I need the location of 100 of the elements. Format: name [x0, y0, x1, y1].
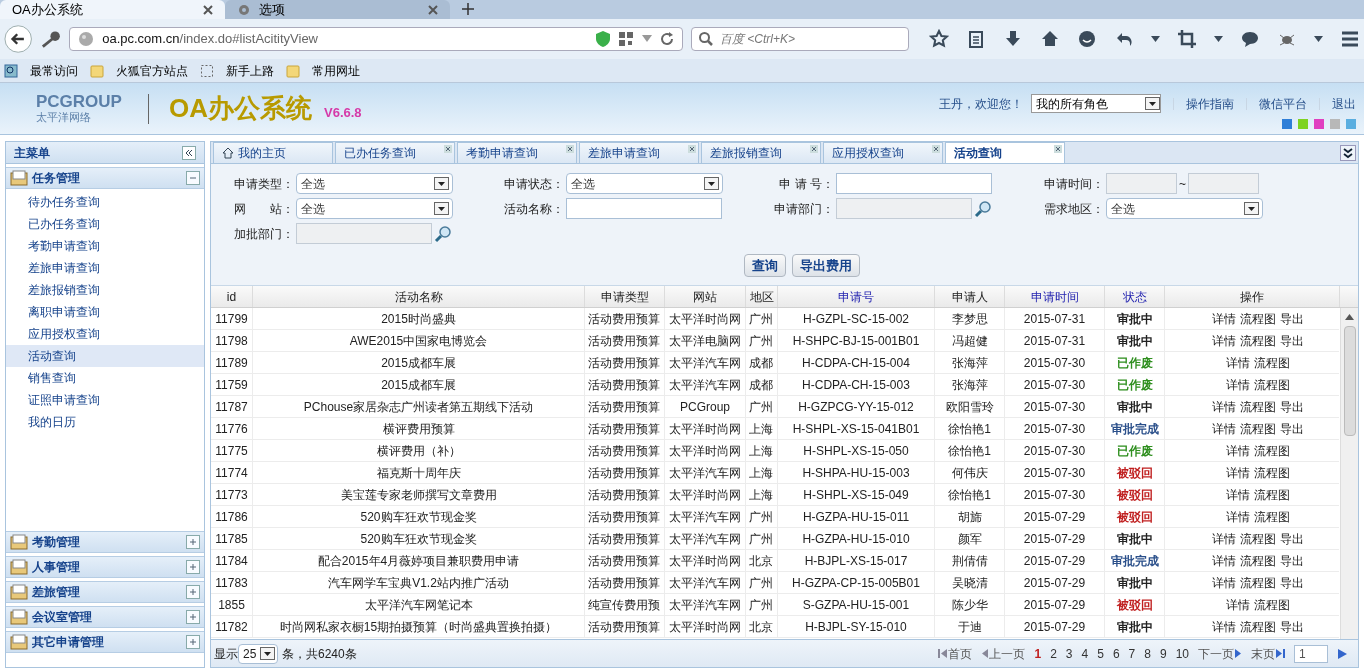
clipboard-icon[interactable]: [966, 29, 986, 49]
column-header[interactable]: 状态: [1105, 286, 1165, 307]
pager-link[interactable]: 末页: [1251, 644, 1285, 663]
action-link[interactable]: 导出: [1279, 529, 1304, 548]
theme-swatch[interactable]: [1346, 119, 1356, 129]
close-icon[interactable]: [932, 145, 940, 153]
page-link[interactable]: 5: [1097, 644, 1104, 663]
caret-icon[interactable]: [1151, 36, 1160, 42]
column-header[interactable]: 申请时间: [1005, 286, 1105, 307]
close-icon[interactable]: [203, 4, 213, 15]
input-field[interactable]: [566, 198, 722, 219]
column-header[interactable]: 申请号: [778, 286, 935, 307]
theme-swatch[interactable]: [1330, 119, 1340, 129]
menu-item[interactable]: 离职申请查询: [6, 301, 204, 323]
caret-icon[interactable]: [1214, 36, 1223, 42]
page-link[interactable]: 2: [1050, 644, 1057, 663]
select-field[interactable]: 全选: [296, 173, 453, 194]
input-field[interactable]: [836, 198, 972, 219]
select-field[interactable]: 全选: [566, 173, 723, 194]
browser-tab[interactable]: OA办公系统: [0, 0, 225, 19]
action-button[interactable]: 查询: [743, 254, 786, 277]
page-link[interactable]: 7: [1128, 644, 1136, 663]
menu-item[interactable]: 应用授权查询: [6, 323, 204, 345]
tab[interactable]: 应用授权查询: [823, 142, 943, 163]
star-icon[interactable]: [929, 29, 949, 49]
new-tab-icon[interactable]: [462, 3, 474, 15]
header-link[interactable]: 操作指南: [1186, 94, 1234, 113]
action-link[interactable]: 详情: [1225, 375, 1250, 394]
url-field[interactable]: oa.pc.com.cn/index.do#listAcitityView: [69, 27, 683, 51]
action-link[interactable]: 流程图: [1253, 441, 1290, 460]
action-link[interactable]: 详情: [1225, 463, 1250, 482]
action-link[interactable]: 详情: [1225, 485, 1250, 504]
action-link[interactable]: 流程图: [1253, 595, 1290, 614]
action-link[interactable]: 流程图: [1239, 573, 1276, 592]
role-select[interactable]: 我的所有角色: [1031, 94, 1161, 113]
action-link[interactable]: 流程图: [1239, 617, 1276, 636]
action-link[interactable]: 流程图: [1253, 375, 1290, 394]
action-link[interactable]: 详情: [1225, 353, 1250, 372]
back-button-icon[interactable]: [4, 24, 33, 54]
go-icon[interactable]: [1337, 647, 1349, 660]
tab[interactable]: 差旅报销查询: [701, 142, 821, 163]
action-link[interactable]: 详情: [1211, 331, 1236, 350]
menu-item[interactable]: 已办任务查询: [6, 213, 204, 235]
theme-swatch[interactable]: [1314, 119, 1324, 129]
select-field[interactable]: 全选: [296, 198, 453, 219]
tab[interactable]: 活动查询: [945, 142, 1065, 163]
action-link[interactable]: 导出: [1279, 617, 1304, 636]
menu-icon[interactable]: [1340, 29, 1360, 49]
action-button[interactable]: 导出费用: [791, 254, 860, 277]
header-link[interactable]: 微信平台: [1259, 94, 1307, 113]
action-link[interactable]: 导出: [1279, 573, 1304, 592]
action-link[interactable]: 流程图: [1253, 485, 1290, 504]
menu-group[interactable]: 任务管理: [6, 167, 204, 189]
action-link[interactable]: 流程图: [1239, 551, 1276, 570]
bookmark[interactable]: 新手上路: [226, 61, 274, 80]
action-link[interactable]: 详情: [1211, 617, 1236, 636]
close-icon[interactable]: [810, 145, 818, 153]
search-field[interactable]: 百度 <Ctrl+K>: [691, 27, 909, 51]
close-icon[interactable]: [566, 145, 574, 153]
bookmark[interactable]: 常用网址: [312, 61, 360, 80]
home-icon[interactable]: [1040, 29, 1060, 49]
action-link[interactable]: 详情: [1225, 441, 1250, 460]
action-link[interactable]: 详情: [1211, 397, 1236, 416]
menu-item[interactable]: 证照申请查询: [6, 389, 204, 411]
page-link[interactable]: 4: [1081, 644, 1089, 663]
action-link[interactable]: 导出: [1279, 551, 1304, 570]
menu-group[interactable]: 人事管理: [6, 556, 204, 578]
menu-item[interactable]: 我的日历: [6, 411, 204, 433]
pager-link[interactable]: 上一页: [981, 644, 1026, 663]
reload-icon[interactable]: [660, 32, 674, 46]
close-icon[interactable]: [428, 4, 438, 15]
menu-item[interactable]: 销售查询: [6, 367, 204, 389]
action-link[interactable]: 详情: [1211, 551, 1236, 570]
input-field[interactable]: [836, 173, 992, 194]
page-link[interactable]: 1: [1034, 644, 1042, 663]
menu-item[interactable]: 差旅申请查询: [6, 257, 204, 279]
caret-icon[interactable]: [1314, 36, 1323, 42]
action-link[interactable]: 详情: [1225, 595, 1250, 614]
theme-swatch[interactable]: [1298, 119, 1308, 129]
bookmark[interactable]: 火狐官方站点: [116, 61, 188, 80]
theme-swatch[interactable]: [1282, 119, 1292, 129]
select-field[interactable]: 全选: [1106, 198, 1263, 219]
header-link[interactable]: 退出: [1332, 94, 1356, 113]
pager-link[interactable]: 首页: [938, 644, 973, 663]
action-link[interactable]: 导出: [1279, 419, 1304, 438]
page-input[interactable]: 1: [1294, 644, 1328, 663]
page-link[interactable]: 10: [1175, 644, 1189, 663]
page-link[interactable]: 8: [1144, 644, 1151, 663]
tab[interactable]: 已办任务查询: [335, 142, 455, 163]
action-link[interactable]: 流程图: [1239, 419, 1276, 438]
action-link[interactable]: 导出: [1279, 309, 1304, 328]
close-icon[interactable]: [1054, 145, 1062, 153]
menu-group[interactable]: 会议室管理: [6, 606, 204, 628]
scrollbar[interactable]: [1340, 308, 1358, 639]
magnifier-icon[interactable]: [434, 224, 452, 243]
menu-item[interactable]: 待办任务查询: [6, 191, 204, 213]
menu-item[interactable]: 考勤申请查询: [6, 235, 204, 257]
scroll-up-icon[interactable]: [1345, 314, 1354, 320]
menu-group[interactable]: 其它申请管理: [6, 631, 204, 653]
action-link[interactable]: 流程图: [1239, 397, 1276, 416]
